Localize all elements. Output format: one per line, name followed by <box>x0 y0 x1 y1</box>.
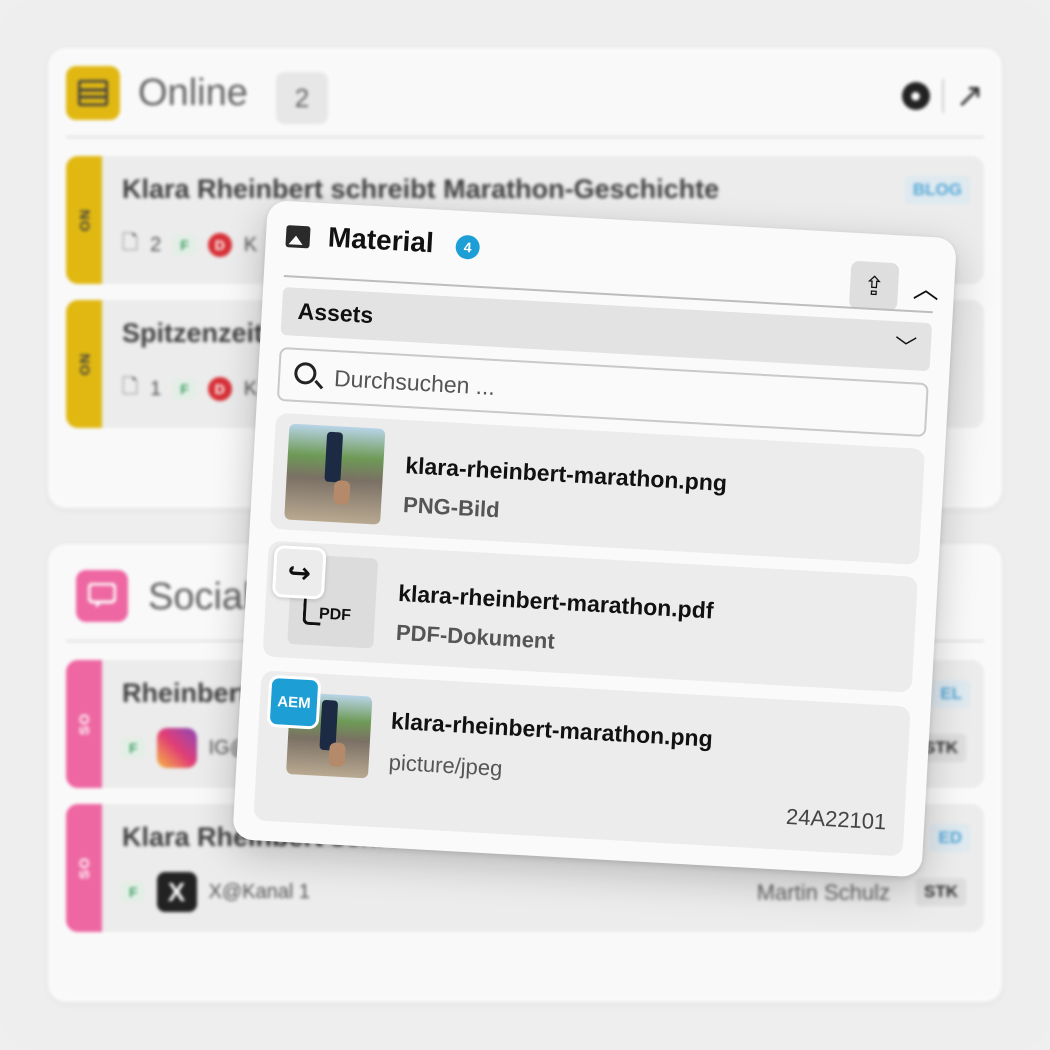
asset-type: picture/jpeg <box>388 749 504 781</box>
flag-chip: F <box>173 235 196 255</box>
status-tag: ON <box>66 300 102 428</box>
divider <box>941 79 944 113</box>
asset-item[interactable]: AEM klara-rheinbert-marathon.png picture… <box>253 670 911 857</box>
asset-id: 24A22101 <box>785 803 887 835</box>
asset-type: PDF-Dokument <box>395 619 556 654</box>
online-card-header: Online 2 ● ↗ <box>66 66 984 124</box>
material-title: Material <box>327 221 435 259</box>
asset-name: klara-rheinbert-marathon.pdf <box>397 579 715 624</box>
item-meta: F IG@ <box>122 728 250 768</box>
status-tag: SO <box>66 804 102 932</box>
type-badge: EL <box>932 680 970 708</box>
runner-legs <box>324 431 344 483</box>
instagram-icon <box>156 728 197 768</box>
item-meta: 🗋 2 F D K <box>122 228 257 262</box>
author-initial: K <box>243 233 258 256</box>
author-name: Martin Schulz <box>756 880 890 905</box>
type-badge: BLOG <box>904 176 970 204</box>
file-count: 2 <box>150 233 162 256</box>
runner-shoe <box>333 480 351 506</box>
asset-item[interactable]: klara-rheinbert-marathon.png PNG-Bild <box>269 412 926 565</box>
type-badge: ED <box>930 824 970 852</box>
online-title: Online <box>138 72 248 114</box>
image-icon <box>285 225 311 249</box>
runner-shoe <box>328 742 346 768</box>
item-title: Rheinbert <box>122 678 249 708</box>
x-icon: X <box>156 872 197 912</box>
author-initial: K <box>243 377 258 400</box>
flag-chip: F <box>122 738 145 758</box>
item-meta: 🗋 1 F D K <box>122 372 257 406</box>
chevron-down-icon: ﹀ <box>894 334 918 361</box>
search-icon <box>293 361 317 385</box>
search-placeholder: Durchsuchen ... <box>333 364 496 400</box>
upload-icon: ⇪ <box>862 269 886 302</box>
grid-icon <box>66 66 120 120</box>
file-count: 1 <box>150 377 162 400</box>
divider <box>66 136 984 138</box>
asset-type: PNG-Bild <box>402 492 501 523</box>
social-title: Social <box>148 576 252 618</box>
item-title: Klara Rheinbert schreibt Marathon-Geschi… <box>122 174 720 204</box>
upload-button[interactable]: ⇪ <box>848 260 900 312</box>
chevron-up-icon: ︿ <box>912 272 940 305</box>
file-icon: 🗋 <box>122 232 139 254</box>
chat-icon <box>76 570 128 622</box>
online-actions: ● ↗ <box>901 76 985 116</box>
assets-label: Assets <box>297 297 374 329</box>
material-count-badge: 4 <box>455 234 481 260</box>
asset-name: klara-rheinbert-marathon.png <box>390 707 714 752</box>
asset-thumbnail <box>284 423 386 525</box>
pdf-label: PDF <box>318 605 352 625</box>
asset-item[interactable]: PDF ↪ klara-rheinbert-marathon.pdf PDF-D… <box>262 540 918 693</box>
stk-badge: STK <box>916 878 966 906</box>
record-icon[interactable]: ● <box>901 82 930 110</box>
flag-chip: F <box>173 379 196 399</box>
share-icon[interactable]: ↪ <box>271 544 327 600</box>
d-chip: D <box>207 377 232 401</box>
online-count: 2 <box>276 72 328 124</box>
collapse-button[interactable]: ︿ <box>907 268 945 306</box>
d-chip: D <box>207 233 232 257</box>
status-tag: ON <box>66 156 102 284</box>
material-panel: Material 4 ⇪ ︿ Assets ﹀ Durchsuchen ... … <box>232 200 957 878</box>
flag-chip: F <box>122 882 145 902</box>
status-tag: SO <box>66 660 102 788</box>
item-title: Spitzenzeit <box>122 318 264 348</box>
aem-badge: AEM <box>266 674 322 730</box>
channel-label: X@Kanal 1 <box>208 880 311 903</box>
external-link-icon[interactable]: ↗ <box>956 76 985 116</box>
file-icon: 🗋 <box>122 376 139 398</box>
material-header: Material 4 <box>285 219 936 299</box>
asset-name: klara-rheinbert-marathon.png <box>404 452 728 497</box>
item-meta: F X X@Kanal 1 <box>122 872 310 912</box>
